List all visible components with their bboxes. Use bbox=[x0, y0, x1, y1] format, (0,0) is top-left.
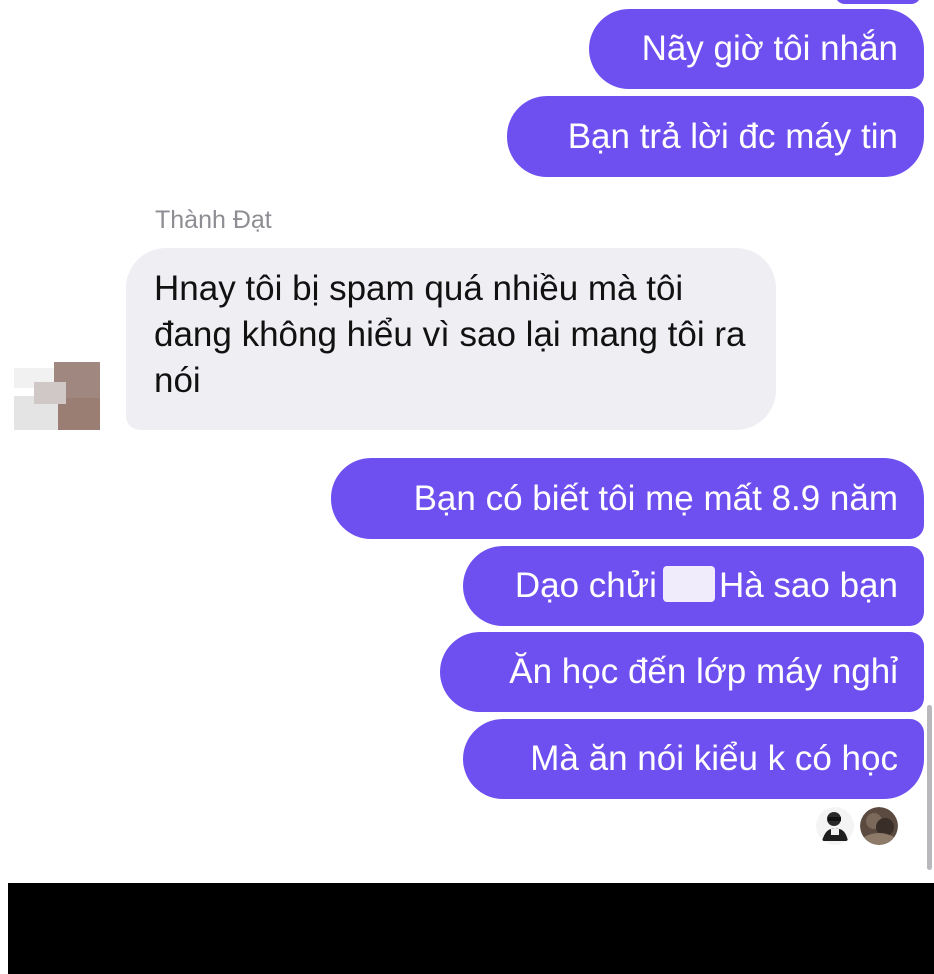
message-text-end: Hà sao bạn bbox=[718, 566, 898, 605]
outgoing-message-bubble[interactable]: Dạo chửi Hà sao bạn bbox=[463, 546, 924, 626]
message-text: Bạn có biết tôi mẹ mất 8.9 năm bbox=[413, 478, 898, 518]
message-text: Hnay tôi bị spam quá nhiều mà tôi đang k… bbox=[154, 269, 746, 400]
message-text: Mà ăn nói kiểu k có học bbox=[530, 739, 898, 778]
message-text-start: Dạo chửi bbox=[514, 566, 657, 605]
outgoing-message-bubble[interactable]: Mà ăn nói kiểu k có học bbox=[463, 719, 924, 799]
previous-message-bubble-edge bbox=[835, 0, 921, 4]
outgoing-message-bubble[interactable]: Bạn có biết tôi mẹ mất 8.9 năm bbox=[331, 458, 924, 539]
blurred-avatar-icon[interactable] bbox=[14, 362, 100, 430]
outgoing-message-bubble[interactable]: Bạn trả lời đc máy tin bbox=[507, 96, 924, 177]
outgoing-message-bubble[interactable]: Ăn học đến lớp máy nghỉ bbox=[440, 632, 924, 712]
seen-avatar-icon bbox=[816, 807, 854, 845]
message-text: Nãy giờ tôi nhắn bbox=[641, 29, 898, 68]
message-text: Bạn trả lời đc máy tin bbox=[567, 116, 898, 156]
censored-word bbox=[662, 566, 715, 602]
seen-avatar-icon bbox=[860, 807, 898, 845]
chat-screen: Nãy giờ tôi nhắn Bạn trả lời đc máy tin … bbox=[0, 0, 934, 974]
outgoing-message-bubble[interactable]: Nãy giờ tôi nhắn bbox=[589, 9, 924, 89]
message-text: Ăn học đến lớp máy nghỉ bbox=[509, 652, 898, 691]
read-receipts bbox=[816, 807, 900, 847]
incoming-message-bubble[interactable]: Hnay tôi bị spam quá nhiều mà tôi đang k… bbox=[126, 248, 776, 430]
black-bar bbox=[8, 883, 934, 974]
scrollbar[interactable] bbox=[927, 705, 932, 870]
sender-name: Thành Đạt bbox=[155, 206, 272, 234]
